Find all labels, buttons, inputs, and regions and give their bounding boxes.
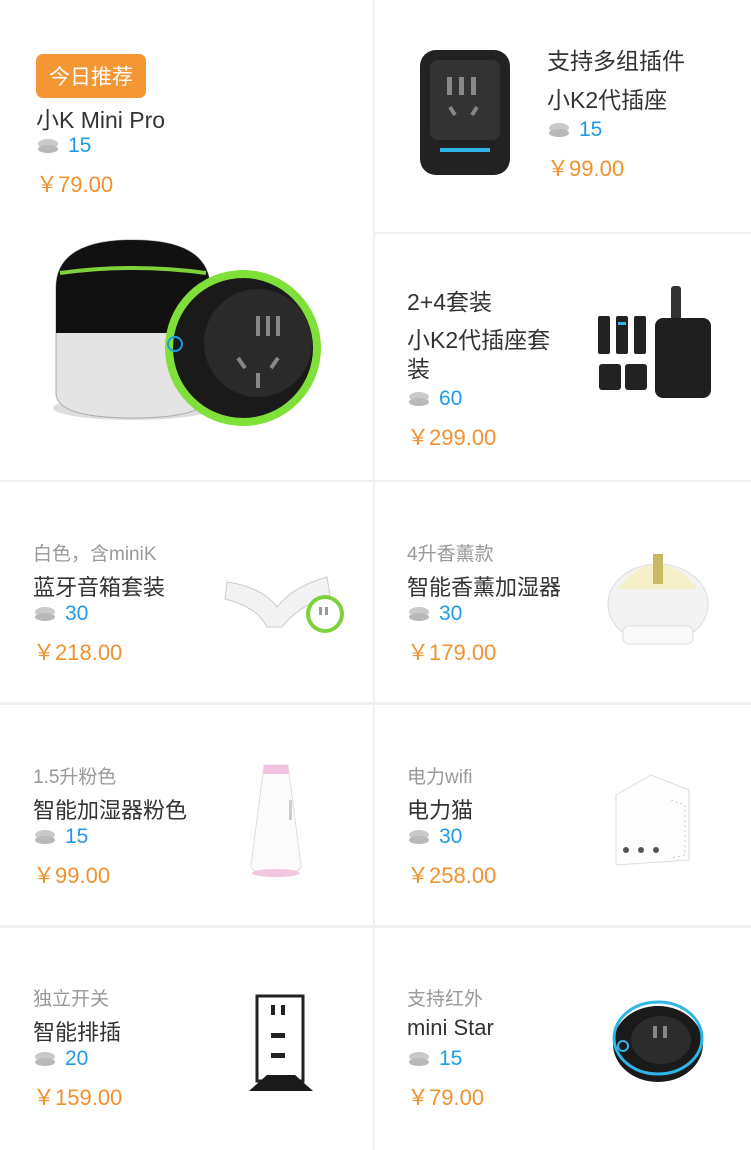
kmini-pro-image <box>38 228 328 453</box>
product-coins: 30 <box>409 825 462 849</box>
product-card[interactable]: 2+4套装 小K2代插座套装 60 ￥299.00 <box>375 234 751 480</box>
product-card[interactable]: 电力wifi 电力猫 30 ￥258.00 <box>375 705 751 925</box>
product-card[interactable]: 白色，含miniK 蓝牙音箱套装 30 ￥218.00 <box>0 482 373 702</box>
today-recommend-badge: 今日推荐 <box>36 54 146 98</box>
product-coins: 15 <box>35 825 88 849</box>
product-card[interactable]: 4升香薰款 智能香薰加湿器 30 ￥179.00 <box>375 482 751 702</box>
power-strip-image <box>249 994 313 1091</box>
product-name: 蓝牙音箱套装 <box>33 575 166 600</box>
coin-value: 15 <box>579 118 603 141</box>
product-name: mini Star <box>407 1015 494 1040</box>
coin-value: 15 <box>65 825 89 848</box>
product-price: ￥79.00 <box>407 1085 485 1110</box>
product-name: 智能加湿器粉色 <box>33 798 188 823</box>
mini-star-image <box>612 1000 704 1082</box>
product-subtitle: 独立开关 <box>33 989 110 1010</box>
coin-icon <box>409 829 429 845</box>
product-subtitle: 支持多组插件 <box>547 48 685 74</box>
coin-value: 30 <box>65 602 89 625</box>
coin-value: 15 <box>68 134 92 157</box>
product-name: 智能香薰加湿器 <box>407 575 562 600</box>
product-name: 小K Mini Pro <box>36 107 166 133</box>
product-coins: 60 <box>409 387 462 411</box>
product-price: ￥99.00 <box>33 863 111 888</box>
coin-icon <box>409 391 429 407</box>
coin-value: 20 <box>65 1047 89 1070</box>
product-card[interactable]: 支持红外 mini Star 15 ￥79.00 <box>375 928 751 1150</box>
product-name: 智能排插 <box>33 1020 122 1045</box>
coin-value: 60 <box>439 387 463 410</box>
product-card[interactable]: 1.5升粉色 智能加湿器粉色 15 ￥99.00 <box>0 705 373 925</box>
coin-icon <box>35 606 55 622</box>
product-subtitle: 4升香薰款 <box>407 544 494 565</box>
product-name: 小K2代插座套装 <box>407 327 551 382</box>
featured-product-card[interactable]: 今日推荐 小K Mini Pro 15 ￥79.00 <box>0 0 373 480</box>
pink-humidifier-image <box>250 764 302 877</box>
product-card[interactable]: 独立开关 智能排插 20 ￥159.00 <box>0 928 373 1150</box>
product-coins: 30 <box>409 602 462 626</box>
coin-icon <box>409 1051 429 1067</box>
product-name: 电力猫 <box>407 798 474 823</box>
powerline-adapter-image <box>615 774 690 866</box>
product-price: ￥218.00 <box>33 640 123 665</box>
product-price: ￥299.00 <box>407 425 497 450</box>
coin-icon <box>549 122 569 138</box>
product-subtitle: 1.5升粉色 <box>33 767 117 788</box>
product-subtitle: 白色，含miniK <box>33 544 157 565</box>
product-subtitle: 电力wifi <box>407 767 473 788</box>
coin-value: 30 <box>439 825 463 848</box>
product-price: ￥159.00 <box>33 1085 123 1110</box>
coin-icon <box>38 138 58 154</box>
product-coins: 15 <box>38 134 91 158</box>
product-name: 小K2代插座 <box>547 87 668 113</box>
product-card[interactable]: 支持多组插件 小K2代插座 15 ￥99.00 <box>375 0 751 232</box>
bluetooth-speaker-set-image <box>224 576 344 633</box>
product-coins: 15 <box>549 118 602 142</box>
coin-value: 30 <box>439 602 463 625</box>
coin-icon <box>409 606 429 622</box>
coin-value: 15 <box>439 1047 463 1070</box>
product-price: ￥79.00 <box>36 172 114 197</box>
product-subtitle: 支持红外 <box>407 989 484 1010</box>
coin-icon <box>35 1051 55 1067</box>
product-price: ￥179.00 <box>407 640 497 665</box>
product-price: ￥258.00 <box>407 863 497 888</box>
product-price: ￥99.00 <box>547 156 625 181</box>
product-coins: 20 <box>35 1047 88 1071</box>
aroma-humidifier-image <box>607 554 709 645</box>
coin-icon <box>35 829 55 845</box>
k2-socket-image <box>420 50 510 175</box>
product-subtitle: 2+4套装 <box>407 289 493 315</box>
product-coins: 30 <box>35 602 88 626</box>
product-coins: 15 <box>409 1047 462 1071</box>
k2-socket-set-image <box>598 286 711 398</box>
